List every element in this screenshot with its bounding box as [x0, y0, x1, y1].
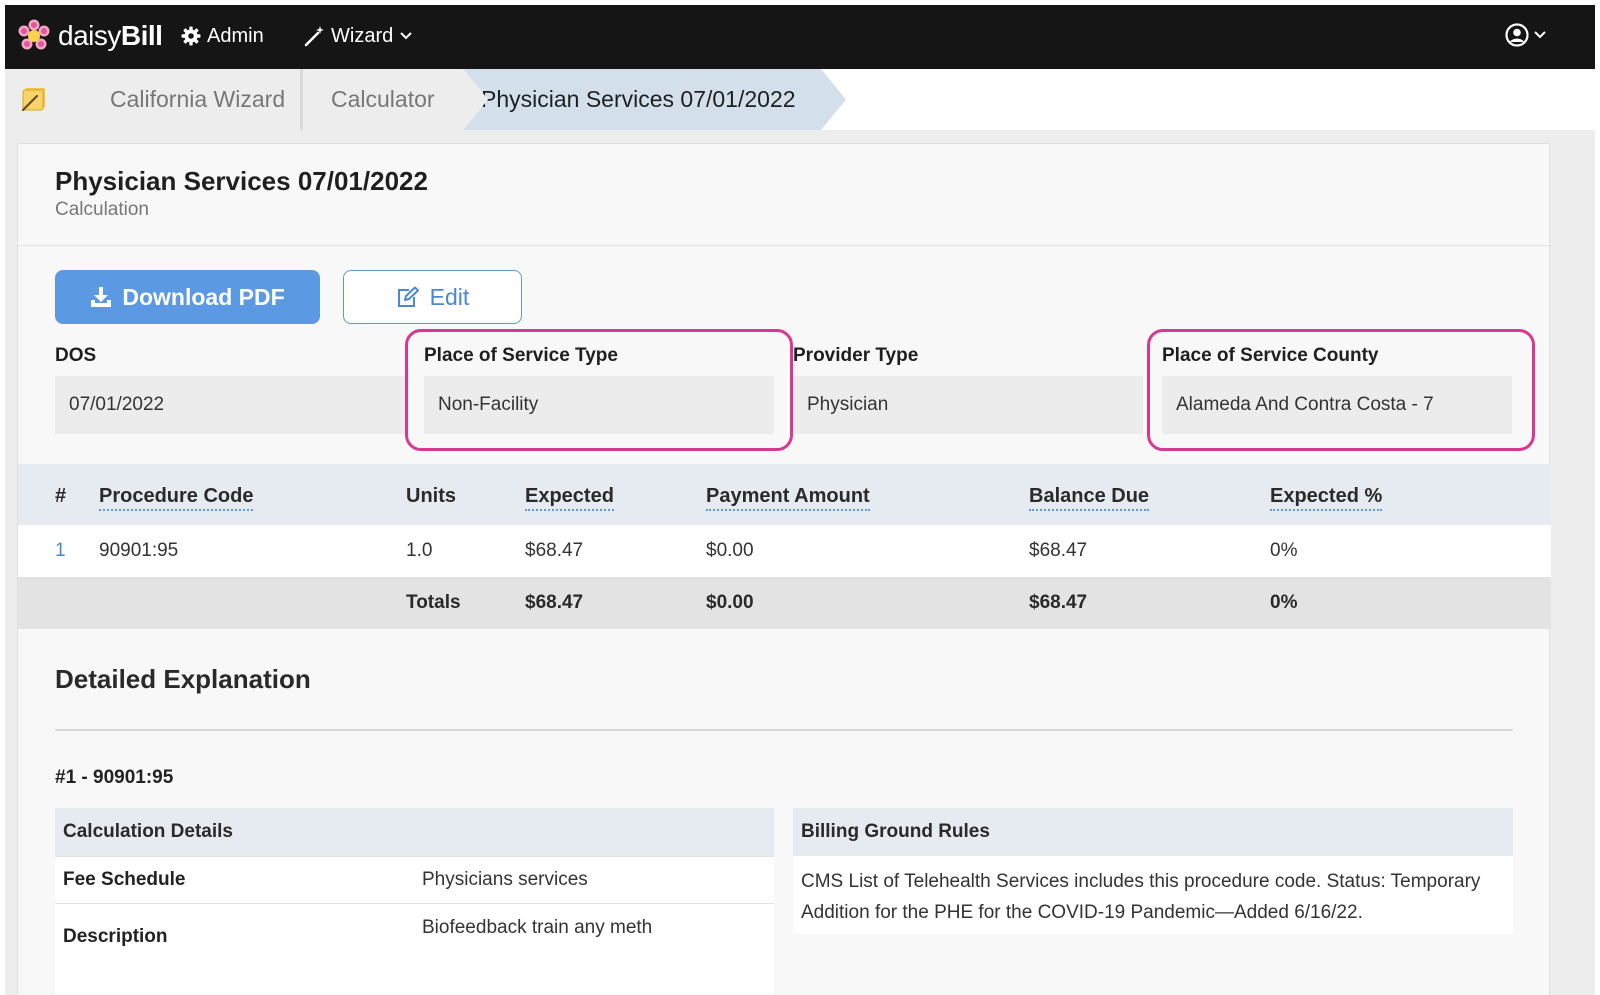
col-header-balance-due[interactable]: Balance Due [1029, 483, 1150, 511]
calculation-card: Physician Services 07/01/2022 Calculatio… [17, 143, 1551, 995]
breadcrumb-current: Physician Services 07/01/2022 [463, 69, 846, 130]
fee-schedule-value: Physicians services [422, 869, 588, 890]
brand-name[interactable]: daisyBill [58, 19, 163, 53]
col-header-units: Units [406, 485, 456, 507]
dos-value: 07/01/2022 [55, 376, 405, 434]
card-divider [18, 245, 1551, 246]
col-header-balance-due-label: Balance Due [1029, 485, 1150, 511]
table-row [18, 525, 1551, 577]
col-header-procedure-code[interactable]: Procedure Code [99, 483, 254, 511]
daisy-logo-icon[interactable] [17, 19, 51, 53]
page-subtitle: Calculation [55, 199, 149, 220]
col-header-procedure-code-label: Procedure Code [99, 485, 254, 511]
col-header-expected[interactable]: Expected [525, 483, 614, 511]
col-header-expected-label: Expected [525, 485, 614, 511]
description-value: Biofeedback train any meth [422, 917, 653, 938]
provider-type-value: Physician [793, 376, 1143, 434]
magic-wand-icon [304, 26, 324, 47]
app-frame: daisyBill Admin Wizard Physician Service… [5, 5, 1595, 995]
totals-balance: $68.47 [1029, 592, 1088, 613]
item-heading: #1 - 90901:95 [55, 767, 174, 788]
brand-light: daisy [58, 20, 121, 51]
breadcrumb-calculator[interactable]: Calculator [303, 69, 488, 130]
row-payment-amount: $0.00 [706, 540, 754, 561]
chevron-down-icon [1534, 31, 1546, 39]
totals-payment: $0.00 [706, 592, 754, 613]
breadcrumb-california-wizard[interactable]: California Wizard [65, 69, 328, 130]
nav-admin[interactable]: Admin [181, 23, 264, 49]
col-header-payment-amount[interactable]: Payment Amount [706, 483, 870, 511]
billing-ground-rules-text: CMS List of Telehealth Services includes… [801, 871, 1481, 923]
nav-wizard[interactable]: Wizard [303, 23, 413, 49]
edit-icon [397, 286, 419, 307]
chevron-down-icon [400, 32, 412, 40]
col-header-expected-pct-label: Expected % [1270, 485, 1383, 511]
download-pdf-label: Download PDF [122, 283, 285, 310]
fee-schedule-label: Fee Schedule [63, 869, 186, 890]
highlight-pos-county [1147, 329, 1535, 451]
brand-bold: Bill [120, 20, 163, 51]
row-procedure-code: 90901:95 [99, 540, 179, 561]
col-header-number: # [55, 485, 67, 507]
page-title: Physician Services 07/01/2022 [55, 166, 428, 196]
breadcrumb-separator [300, 69, 303, 130]
totals-label: Totals [406, 592, 461, 613]
col-header-payment-amount-label: Payment Amount [706, 485, 870, 511]
detail-row-description [55, 903, 774, 995]
totals-row [18, 577, 1551, 629]
row-expected: $68.47 [525, 540, 584, 561]
wizard-note-icon [21, 88, 45, 112]
breadcrumb: Physician Services 07/01/2022 Calculator… [5, 69, 1595, 130]
row-units: 1.0 [406, 540, 433, 561]
totals-expected: $68.47 [525, 592, 584, 613]
download-pdf-button[interactable]: Download PDF [55, 270, 320, 324]
highlight-pos-type [405, 329, 793, 451]
row-number-link[interactable]: 1 [55, 539, 66, 563]
description-label: Description [63, 926, 168, 947]
nav-admin-label: Admin [207, 25, 264, 47]
user-menu[interactable] [1505, 23, 1547, 47]
nav-wizard-label: Wizard [331, 25, 394, 47]
edit-button[interactable]: Edit [343, 270, 522, 324]
calculation-details-header: Calculation Details [55, 808, 774, 856]
section-divider [55, 729, 1513, 731]
row-expected-pct: 0% [1270, 540, 1298, 561]
edit-label: Edit [429, 283, 470, 310]
user-circle-icon [1505, 23, 1529, 47]
gear-icon [181, 26, 201, 46]
download-icon [91, 287, 112, 307]
row-balance-due: $68.47 [1029, 540, 1088, 561]
totals-pct: 0% [1270, 592, 1298, 613]
provider-type-label: Provider Type [793, 345, 919, 366]
dos-label: DOS [55, 345, 97, 366]
top-nav: daisyBill Admin Wizard [5, 5, 1595, 69]
col-header-expected-pct[interactable]: Expected % [1270, 483, 1383, 511]
detailed-explanation-title: Detailed Explanation [55, 664, 311, 694]
billing-ground-rules-header: Billing Ground Rules [793, 808, 1513, 856]
